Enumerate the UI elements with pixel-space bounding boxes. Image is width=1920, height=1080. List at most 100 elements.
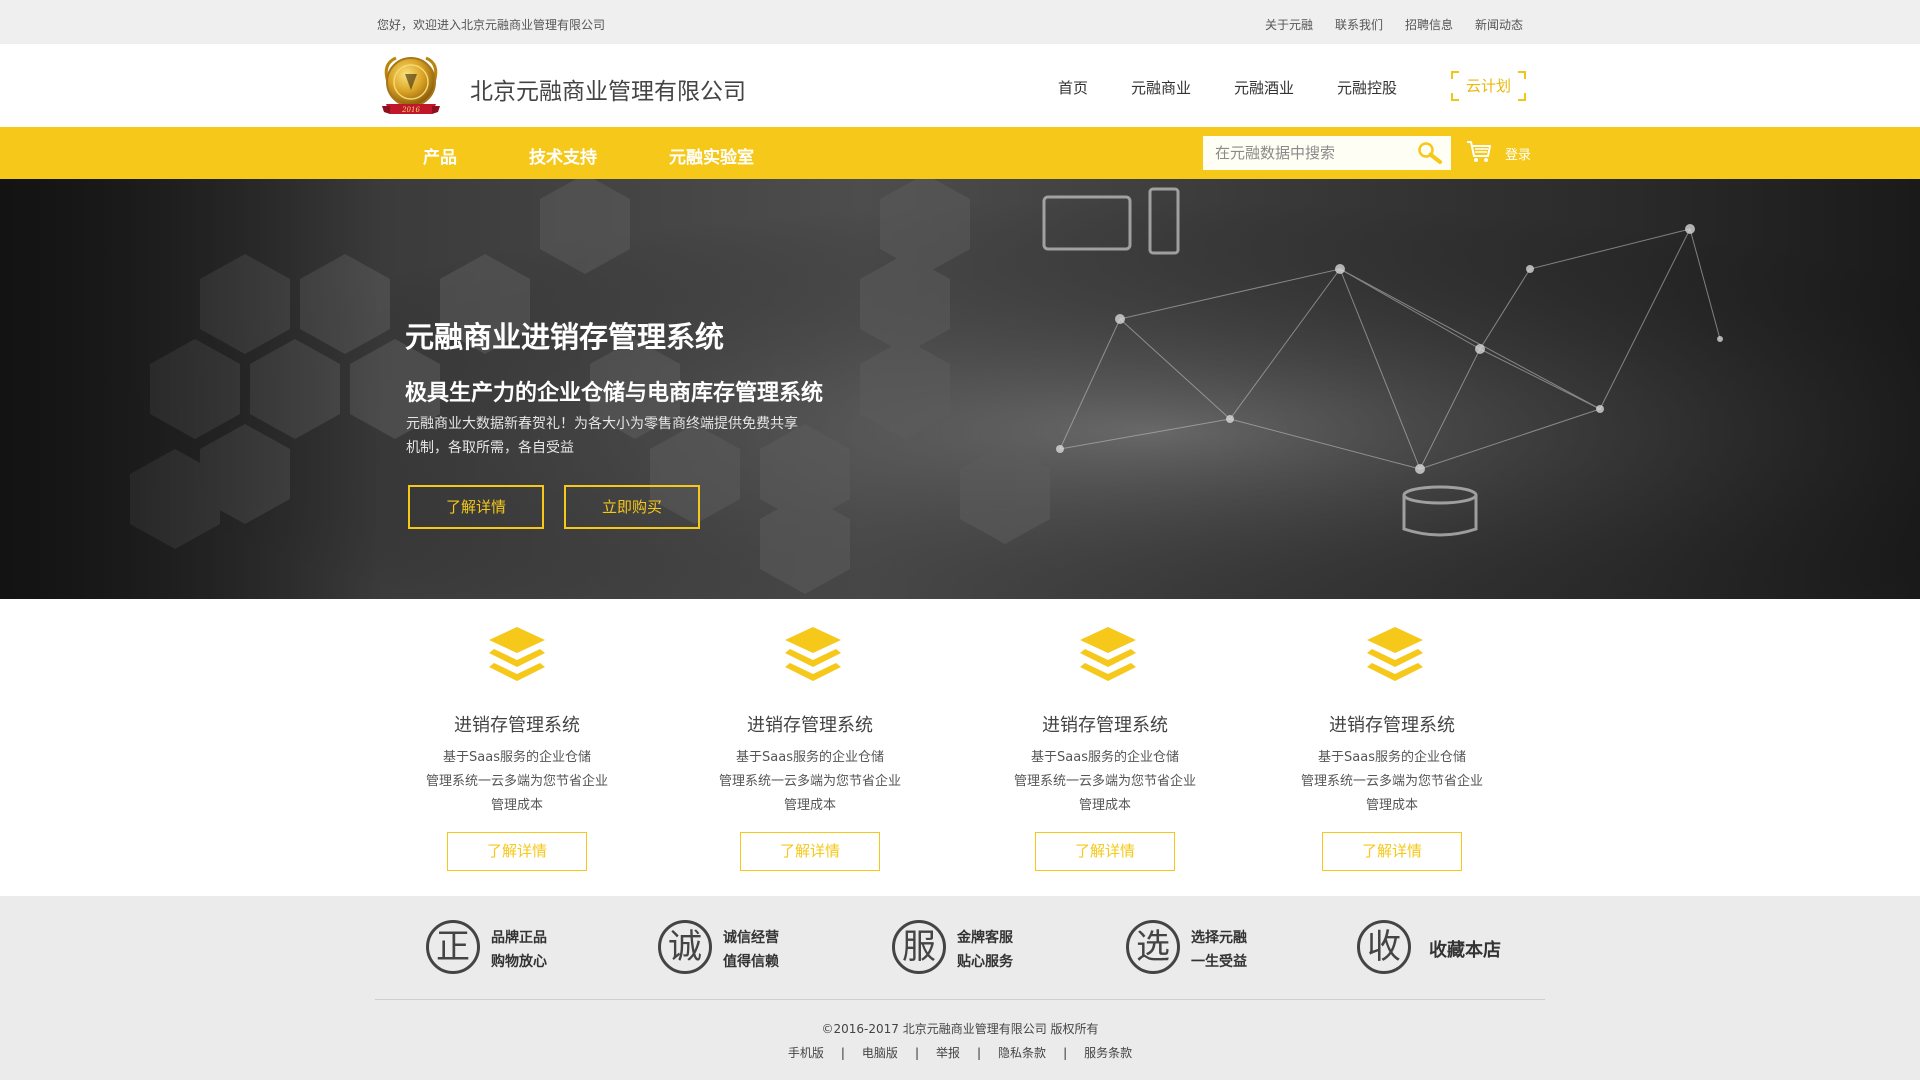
feature-desc-line: 基于Saas服务的企业仓储 (443, 750, 591, 765)
footer-link-privacy[interactable]: 隐私条款 (998, 1046, 1046, 1060)
footer-link-terms[interactable]: 服务条款 (1084, 1046, 1132, 1060)
feature-details-button[interactable]: 了解详情 (1322, 832, 1462, 871)
footer-separator: | (914, 1046, 919, 1060)
nav-wine[interactable]: 元融酒业 (1234, 77, 1294, 98)
footer-separator: | (840, 1046, 845, 1060)
favorite-label: 收藏本店 (1429, 940, 1501, 961)
feature-desc-line: 管理成本 (1078, 798, 1131, 813)
guarantee-text: 品牌正品 购物放心 (491, 926, 547, 974)
feature-title: 进销存管理系统 (454, 715, 580, 736)
feature-desc-line: 管理成本 (1365, 798, 1418, 813)
feature-details-button[interactable]: 了解详情 (740, 832, 880, 871)
feature-title: 进销存管理系统 (1329, 715, 1455, 736)
guarantee-line: 选择元融 (1191, 930, 1247, 946)
feature-section: 进销存管理系统 基于Saas服务的企业仓储 管理系统一云多端为您节省企业 管理成… (0, 599, 1920, 896)
layers-icon (1367, 627, 1423, 681)
service-icon: 服 (892, 920, 946, 974)
banner-desc-line: 元融商业大数据新春贺礼！为各大小为零售商终端提供免费共享 (406, 416, 798, 432)
banner-buy-button[interactable]: 立即购买 (564, 485, 700, 529)
top-links: 关于元融 联系我们 招聘信息 新闻动态 (1265, 16, 1523, 33)
nav-home[interactable]: 首页 (1058, 77, 1088, 98)
feature-title: 进销存管理系统 (1042, 715, 1168, 736)
footer-separator: | (1063, 1046, 1068, 1060)
footer-link-report[interactable]: 举报 (936, 1046, 960, 1060)
footer-separator: | (977, 1046, 982, 1060)
feature-desc-line: 管理系统一云多端为您节省企业 (1013, 774, 1196, 789)
company-name: 北京元融商业管理有限公司 (470, 79, 746, 105)
top-link-about[interactable]: 关于元融 (1265, 16, 1313, 33)
banner-desc-line: 机制，各取所需，各自受益 (406, 440, 574, 456)
banner-details-button[interactable]: 了解详情 (408, 485, 544, 529)
main-nav: 首页 元融商业 元融酒业 元融控股 (1058, 77, 1440, 98)
choice-icon: 选 (1126, 920, 1180, 974)
layers-icon (785, 627, 841, 681)
svg-text:2016: 2016 (401, 106, 420, 114)
feature-desc-line: 管理系统一云多端为您节省企业 (1300, 774, 1483, 789)
copyright: ©2016-2017 北京元融商业管理有限公司 版权所有 (821, 1022, 1099, 1036)
feature-desc-line: 基于Saas服务的企业仓储 (736, 750, 884, 765)
banner-subtitle: 极具生产力的企业仓储与电商库存管理系统 (405, 381, 824, 406)
guarantee-line: 诚信经营 (723, 930, 779, 946)
subnav-lab[interactable]: 元融实验室 (669, 143, 754, 168)
feature-desc-line: 管理成本 (490, 798, 543, 813)
guarantee-text: 选择元融 一生受益 (1191, 926, 1247, 974)
sub-nav-items: 产品 技术支持 元融实验室 (423, 143, 826, 168)
banner-description: 元融商业大数据新春贺礼！为各大小为零售商终端提供免费共享 机制，各取所需，各自受… (406, 412, 906, 460)
layers-icon (1080, 627, 1136, 681)
guarantee-bar: 正 品牌正品 购物放心 诚 诚信经营 值得信赖 服 金牌客服 贴心服务 选 选择… (0, 896, 1920, 1000)
footer-link-mobile[interactable]: 手机版 (788, 1046, 824, 1060)
bracket-corner (1518, 71, 1526, 79)
feature-desc-line: 管理系统一云多端为您节省企业 (425, 774, 608, 789)
header: 2016 北京元融商业管理有限公司 首页 元融商业 元融酒业 元融控股 云计划 (0, 44, 1920, 127)
welcome-text: 您好，欢迎进入北京元融商业管理有限公司 (377, 18, 606, 32)
guarantee-line: 贴心服务 (957, 954, 1013, 970)
feature-desc-line: 基于Saas服务的企业仓储 (1031, 750, 1179, 765)
cloud-plan-button[interactable]: 云计划 (1451, 71, 1526, 101)
guarantee-text: 金牌客服 贴心服务 (957, 926, 1013, 974)
guarantee-line: 品牌正品 (491, 930, 547, 946)
feature-description: 基于Saas服务的企业仓储 管理系统一云多端为您节省企业 管理成本 (985, 746, 1225, 818)
search-icon[interactable] (1417, 141, 1443, 165)
feature-title: 进销存管理系统 (747, 715, 873, 736)
search-box (1203, 136, 1451, 170)
hero-banner: 元融商业进销存管理系统 极具生产力的企业仓储与电商库存管理系统 元融商业大数据新… (0, 179, 1920, 599)
feature-desc-line: 基于Saas服务的企业仓储 (1318, 750, 1466, 765)
genuine-icon: 正 (426, 920, 480, 974)
cart-icon[interactable] (1466, 139, 1492, 165)
top-link-contact[interactable]: 联系我们 (1335, 16, 1383, 33)
feature-description: 基于Saas服务的企业仓储 管理系统一云多端为您节省企业 管理成本 (1272, 746, 1512, 818)
favorite-icon: 收 (1357, 920, 1411, 974)
footer-link-desktop[interactable]: 电脑版 (862, 1046, 898, 1060)
guarantee-line: 金牌客服 (957, 930, 1013, 946)
feature-details-button[interactable]: 了解详情 (447, 832, 587, 871)
banner-title: 元融商业进销存管理系统 (405, 320, 725, 354)
feature-desc-line: 管理成本 (783, 798, 836, 813)
banner-background-art (0, 179, 1920, 599)
guarantee-line: 购物放心 (491, 954, 547, 970)
feature-description: 基于Saas服务的企业仓储 管理系统一云多端为您节省企业 管理成本 (397, 746, 637, 818)
sub-nav: 产品 技术支持 元融实验室 登录 (0, 127, 1920, 179)
top-link-news[interactable]: 新闻动态 (1475, 16, 1523, 33)
footer-divider (375, 999, 1545, 1000)
company-logo[interactable]: 2016 (378, 52, 444, 120)
nav-commerce[interactable]: 元融商业 (1131, 77, 1191, 98)
subnav-support[interactable]: 技术支持 (529, 143, 597, 168)
top-link-jobs[interactable]: 招聘信息 (1405, 16, 1453, 33)
integrity-icon: 诚 (658, 920, 712, 974)
bracket-corner (1451, 93, 1459, 101)
feature-desc-line: 管理系统一云多端为您节省企业 (718, 774, 901, 789)
bracket-corner (1451, 71, 1459, 79)
guarantee-text: 诚信经营 值得信赖 (723, 926, 779, 974)
top-bar: 您好，欢迎进入北京元融商业管理有限公司 关于元融 联系我们 招聘信息 新闻动态 (0, 0, 1920, 44)
guarantee-line: 值得信赖 (723, 954, 779, 970)
feature-description: 基于Saas服务的企业仓储 管理系统一云多端为您节省企业 管理成本 (690, 746, 930, 818)
nav-holding[interactable]: 元融控股 (1337, 77, 1397, 98)
search-input[interactable] (1203, 136, 1408, 170)
layers-icon (489, 627, 545, 681)
guarantee-line: 一生受益 (1191, 954, 1247, 970)
subnav-products[interactable]: 产品 (423, 143, 457, 168)
cloud-plan-label: 云计划 (1465, 77, 1511, 95)
bracket-corner (1518, 93, 1526, 101)
login-link[interactable]: 登录 (1505, 144, 1531, 163)
feature-details-button[interactable]: 了解详情 (1035, 832, 1175, 871)
